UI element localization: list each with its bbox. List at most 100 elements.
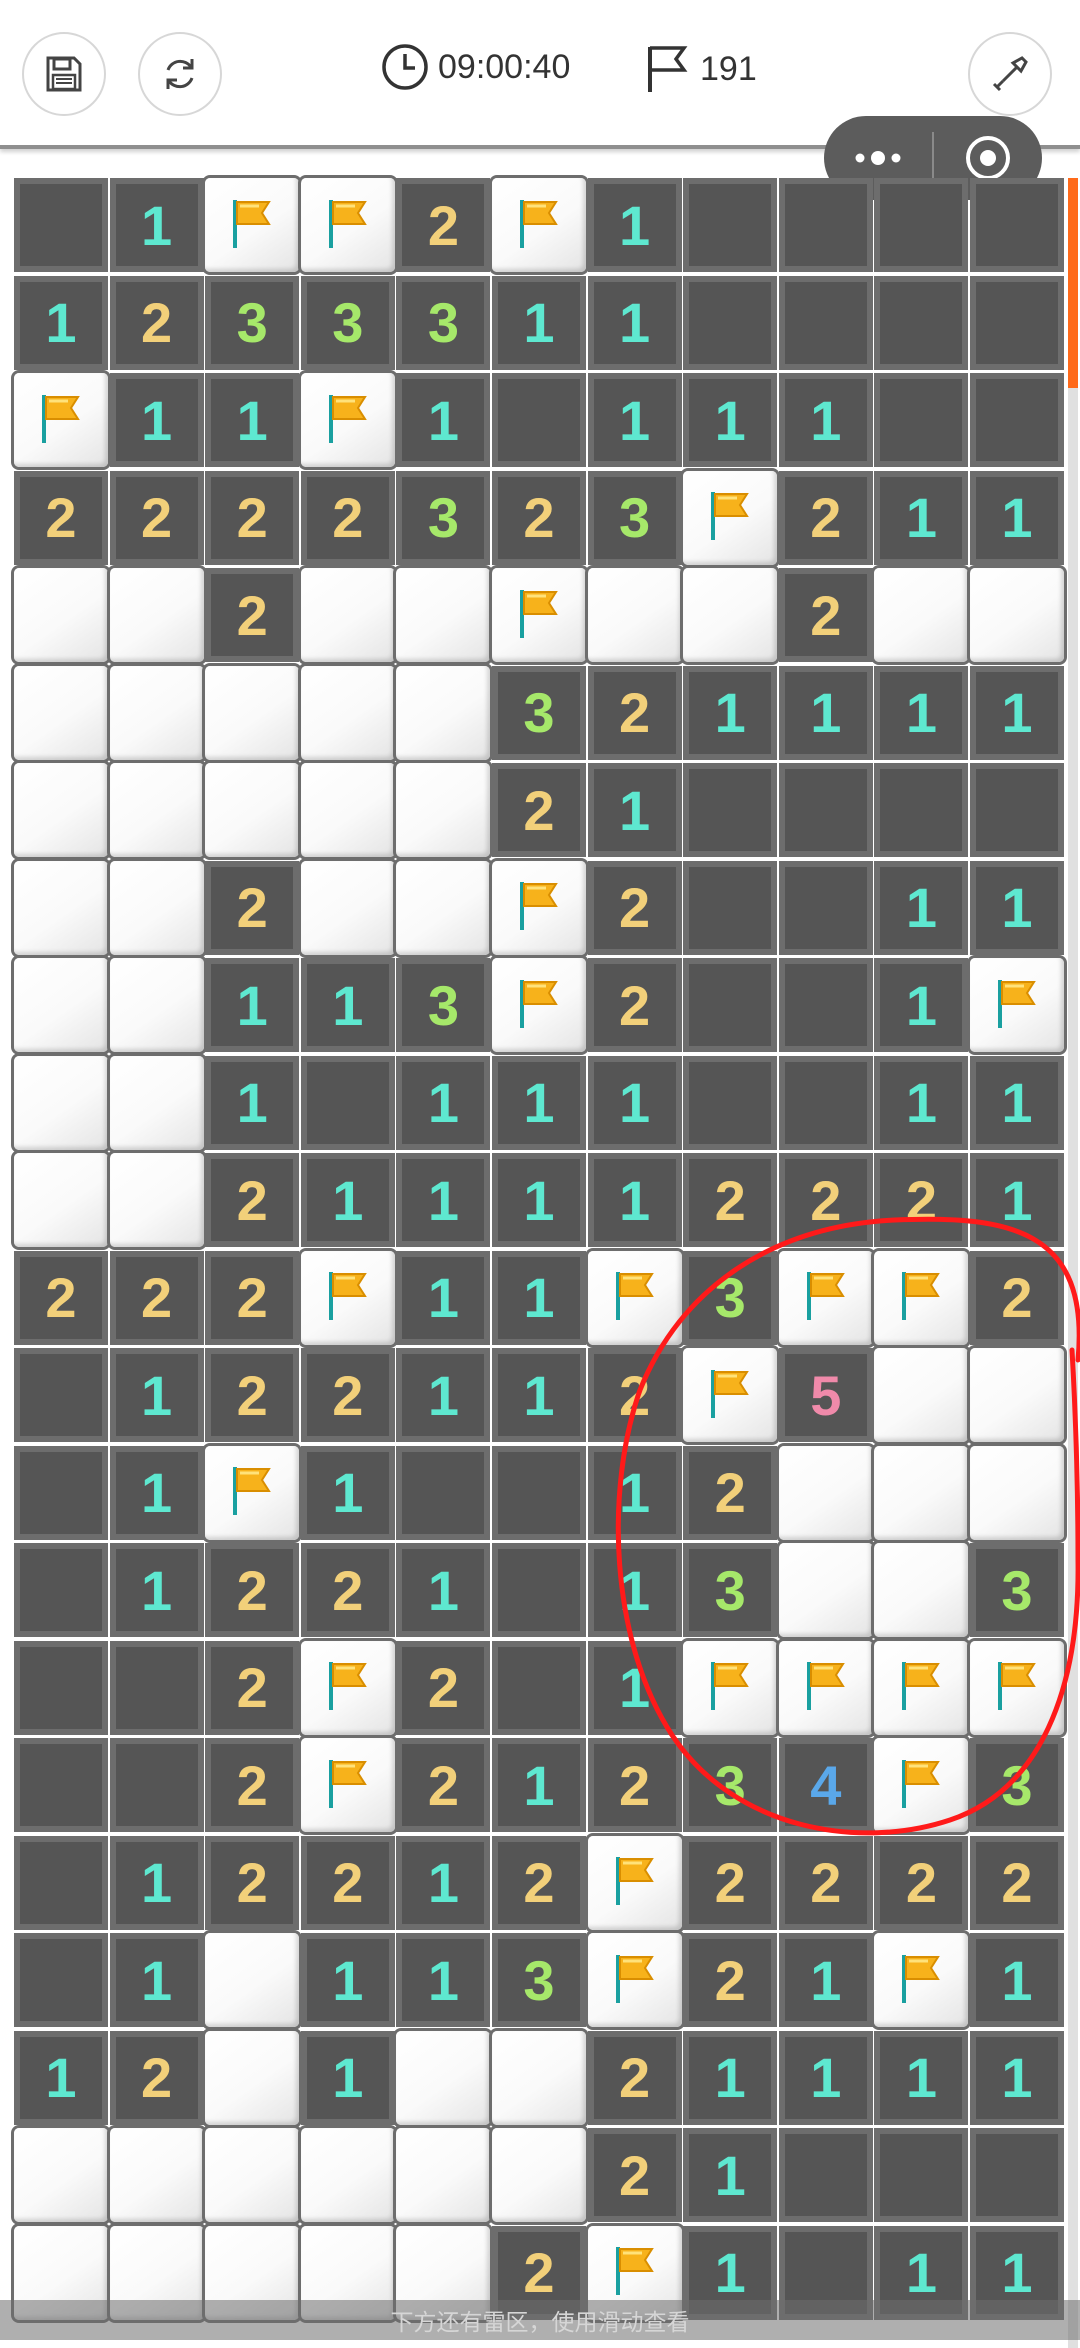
unopened-cell[interactable] bbox=[109, 958, 204, 1052]
number-cell[interactable]: 2 bbox=[205, 1543, 300, 1637]
number-cell[interactable]: 2 bbox=[109, 2030, 204, 2125]
unopened-cell[interactable] bbox=[14, 1153, 108, 1247]
number-cell[interactable]: 1 bbox=[396, 1348, 491, 1442]
empty-cell[interactable] bbox=[683, 763, 778, 857]
flagged-cell[interactable] bbox=[587, 1933, 682, 2027]
flagged-cell[interactable] bbox=[970, 1640, 1064, 1735]
number-cell[interactable]: 2 bbox=[587, 1738, 682, 1832]
number-cell[interactable]: 1 bbox=[396, 1835, 491, 1930]
empty-cell[interactable] bbox=[492, 1640, 586, 1735]
flagged-cell[interactable] bbox=[492, 860, 586, 955]
number-cell[interactable]: 2 bbox=[14, 1250, 108, 1345]
number-cell[interactable]: 1 bbox=[14, 275, 108, 370]
unopened-cell[interactable] bbox=[683, 568, 778, 662]
number-cell[interactable]: 1 bbox=[205, 958, 300, 1052]
empty-cell[interactable] bbox=[683, 958, 778, 1052]
number-cell[interactable]: 1 bbox=[587, 1543, 682, 1637]
number-cell[interactable]: 1 bbox=[109, 178, 204, 272]
number-cell[interactable]: 2 bbox=[492, 470, 586, 565]
unopened-cell[interactable] bbox=[396, 860, 491, 955]
unopened-cell[interactable] bbox=[205, 2030, 300, 2125]
number-cell[interactable]: 1 bbox=[492, 1250, 586, 1345]
unopened-cell[interactable] bbox=[14, 2128, 108, 2222]
number-cell[interactable]: 1 bbox=[492, 1738, 586, 1832]
number-cell[interactable]: 1 bbox=[300, 2030, 395, 2125]
empty-cell[interactable] bbox=[778, 1055, 873, 1150]
flagged-cell[interactable] bbox=[14, 373, 108, 467]
number-cell[interactable]: 1 bbox=[970, 470, 1064, 565]
number-cell[interactable]: 2 bbox=[300, 1348, 395, 1442]
number-cell[interactable]: 1 bbox=[396, 1250, 491, 1345]
unopened-cell[interactable] bbox=[109, 568, 204, 662]
number-cell[interactable]: 2 bbox=[109, 275, 204, 370]
flagged-cell[interactable] bbox=[587, 1835, 682, 1930]
unopened-cell[interactable] bbox=[874, 1543, 969, 1637]
flagged-cell[interactable] bbox=[300, 373, 395, 467]
empty-cell[interactable] bbox=[14, 1640, 108, 1735]
unopened-cell[interactable] bbox=[874, 1445, 969, 1540]
number-cell[interactable]: 1 bbox=[587, 373, 682, 467]
unopened-cell[interactable] bbox=[109, 665, 204, 760]
flagged-cell[interactable] bbox=[874, 1640, 969, 1735]
unopened-cell[interactable] bbox=[396, 568, 491, 662]
number-cell[interactable]: 1 bbox=[778, 665, 873, 760]
save-button[interactable] bbox=[22, 32, 106, 116]
number-cell[interactable]: 4 bbox=[778, 1738, 873, 1832]
flagged-cell[interactable] bbox=[874, 1738, 969, 1832]
number-cell[interactable]: 1 bbox=[109, 1445, 204, 1540]
unopened-cell[interactable] bbox=[492, 2128, 586, 2222]
unopened-cell[interactable] bbox=[492, 2030, 586, 2125]
empty-cell[interactable] bbox=[14, 1835, 108, 1930]
number-cell[interactable]: 2 bbox=[109, 470, 204, 565]
number-cell[interactable]: 1 bbox=[300, 958, 395, 1052]
empty-cell[interactable] bbox=[778, 763, 873, 857]
number-cell[interactable]: 1 bbox=[396, 373, 491, 467]
number-cell[interactable]: 3 bbox=[587, 470, 682, 565]
flagged-cell[interactable] bbox=[492, 958, 586, 1052]
flagged-cell[interactable] bbox=[970, 958, 1064, 1052]
number-cell[interactable]: 1 bbox=[587, 1445, 682, 1540]
number-cell[interactable]: 1 bbox=[109, 1933, 204, 2027]
number-cell[interactable]: 3 bbox=[300, 275, 395, 370]
empty-cell[interactable] bbox=[14, 1348, 108, 1442]
number-cell[interactable]: 1 bbox=[970, 1055, 1064, 1150]
number-cell[interactable]: 2 bbox=[778, 1835, 873, 1930]
empty-cell[interactable] bbox=[14, 1543, 108, 1637]
number-cell[interactable]: 1 bbox=[492, 1348, 586, 1442]
unopened-cell[interactable] bbox=[300, 2128, 395, 2222]
number-cell[interactable]: 2 bbox=[970, 1835, 1064, 1930]
number-cell[interactable]: 5 bbox=[778, 1348, 873, 1442]
number-cell[interactable]: 3 bbox=[970, 1738, 1064, 1832]
number-cell[interactable]: 1 bbox=[300, 1933, 395, 2027]
empty-cell[interactable] bbox=[970, 763, 1064, 857]
flagged-cell[interactable] bbox=[205, 1445, 300, 1540]
empty-cell[interactable] bbox=[683, 178, 778, 272]
number-cell[interactable]: 3 bbox=[492, 665, 586, 760]
number-cell[interactable]: 1 bbox=[874, 860, 969, 955]
number-cell[interactable]: 1 bbox=[587, 763, 682, 857]
empty-cell[interactable] bbox=[683, 1055, 778, 1150]
unopened-cell[interactable] bbox=[14, 958, 108, 1052]
number-cell[interactable]: 3 bbox=[683, 1738, 778, 1832]
unopened-cell[interactable] bbox=[396, 2128, 491, 2222]
number-cell[interactable]: 1 bbox=[874, 470, 969, 565]
number-cell[interactable]: 2 bbox=[778, 1153, 873, 1247]
number-cell[interactable]: 3 bbox=[492, 1933, 586, 2027]
empty-cell[interactable] bbox=[778, 958, 873, 1052]
number-cell[interactable]: 1 bbox=[874, 665, 969, 760]
unopened-cell[interactable] bbox=[300, 763, 395, 857]
number-cell[interactable]: 1 bbox=[778, 1933, 873, 2027]
number-cell[interactable]: 1 bbox=[14, 2030, 108, 2125]
flagged-cell[interactable] bbox=[492, 178, 586, 272]
number-cell[interactable]: 1 bbox=[587, 275, 682, 370]
empty-cell[interactable] bbox=[300, 1055, 395, 1150]
empty-cell[interactable] bbox=[778, 2128, 873, 2222]
number-cell[interactable]: 1 bbox=[874, 2030, 969, 2125]
number-cell[interactable]: 2 bbox=[205, 1835, 300, 1930]
scrollbar-track[interactable] bbox=[1068, 178, 1078, 2348]
number-cell[interactable]: 2 bbox=[300, 1835, 395, 1930]
number-cell[interactable]: 2 bbox=[492, 1835, 586, 1930]
number-cell[interactable]: 1 bbox=[683, 665, 778, 760]
number-cell[interactable]: 1 bbox=[492, 1153, 586, 1247]
number-cell[interactable]: 1 bbox=[778, 373, 873, 467]
